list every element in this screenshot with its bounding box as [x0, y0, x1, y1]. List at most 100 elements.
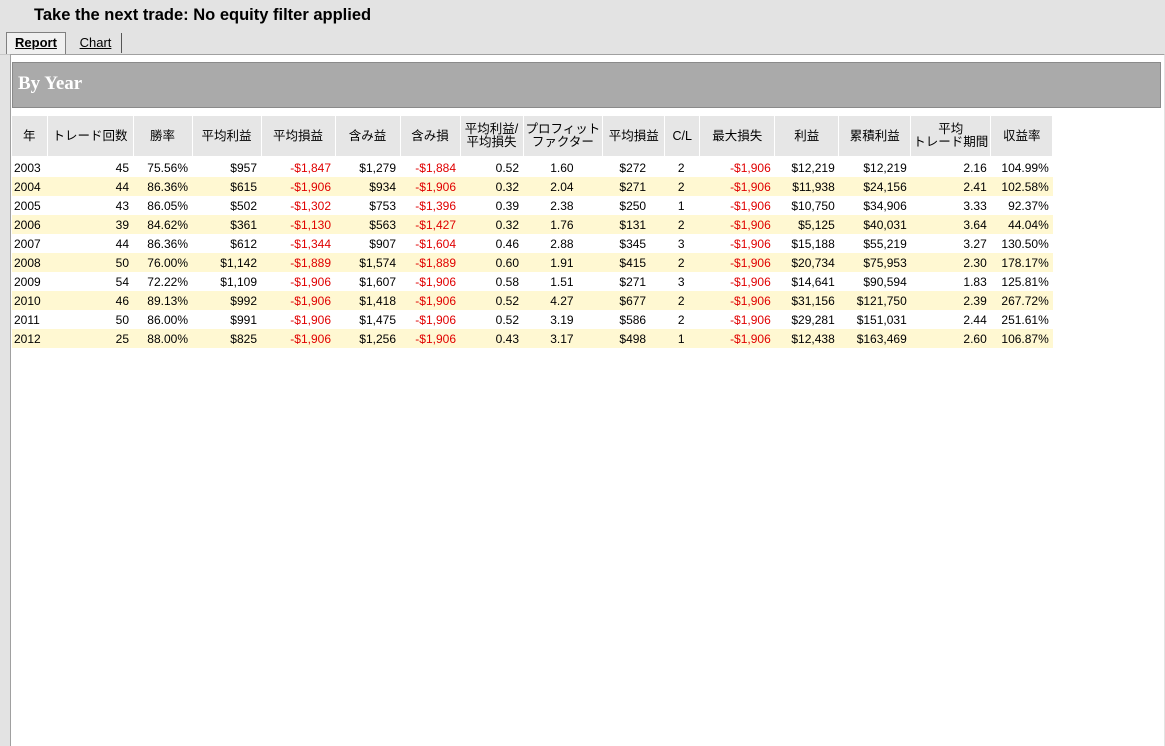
table-cell: 44 [47, 177, 133, 196]
table-cell: -$1,906 [261, 329, 335, 348]
column-header-label: 年 [22, 128, 36, 143]
table-cell: $502 [192, 196, 261, 215]
table-cell: -$1,906 [400, 177, 460, 196]
table-row: 2006 39 84.62% $361 -$1,130 $563 -$1,427 0.32 1.… [12, 215, 1053, 234]
table-cell: -$1,906 [699, 291, 775, 310]
table-cell: $121,750 [838, 291, 911, 310]
column-header[interactable]: C/L [664, 116, 701, 156]
table-cell: 1.76 [523, 215, 603, 234]
table-cell: $15,188 [774, 234, 839, 253]
column-header[interactable]: 年 [12, 116, 48, 156]
table-cell: $12,219 [838, 158, 911, 177]
table-cell: 2009 [12, 272, 47, 291]
table-cell: -$1,906 [699, 177, 775, 196]
column-header[interactable]: 累積利益 [838, 116, 912, 156]
table-row: 2005 43 86.05% $502 -$1,302 $753 -$1,396 0.39 2.… [12, 196, 1053, 215]
table-cell: 88.00% [133, 329, 192, 348]
tab-chart[interactable]: Chart [70, 33, 122, 53]
table-cell: $12,219 [774, 158, 839, 177]
table-row: 2003 45 75.56% $957 -$1,847 $1,279 -$1,884 0.52… [12, 158, 1053, 177]
table-cell: 2 [664, 310, 700, 329]
column-header[interactable]: 勝率 [133, 116, 193, 156]
table-row: 2009 54 72.22% $1,109 -$1,906 $1,607 -$1,906 0.… [12, 272, 1053, 291]
table-cell: 130.50% [990, 234, 1053, 253]
table-cell: 3.33 [910, 196, 991, 215]
table-cell: 25 [47, 329, 133, 348]
table-cell: $272 [602, 158, 665, 177]
table-cell: 1.83 [910, 272, 991, 291]
table-cell: 1.91 [523, 253, 603, 272]
column-header[interactable]: 最大損失 [699, 116, 776, 156]
column-header[interactable]: 含み損 [400, 116, 461, 156]
table-cell: 2 [664, 291, 700, 310]
column-header[interactable]: トレード回数 [47, 116, 134, 156]
table-cell: 0.52 [460, 310, 523, 329]
table-cell: 50 [47, 310, 133, 329]
table-cell: $1,256 [335, 329, 400, 348]
column-header-label: 平均利益 [201, 128, 252, 143]
table-cell: 54 [47, 272, 133, 291]
table-cell: 2.41 [910, 177, 991, 196]
table-row: 2011 50 86.00% $991 -$1,906 $1,475 -$1,906 0.52… [12, 310, 1053, 329]
table-cell: $163,469 [838, 329, 911, 348]
table-cell: 39 [47, 215, 133, 234]
column-header[interactable]: 平均損益 [261, 116, 336, 156]
column-header[interactable]: 平均 トレード期間 [910, 116, 992, 156]
table-cell: $1,574 [335, 253, 400, 272]
table-cell: $1,418 [335, 291, 400, 310]
table-cell: 2.04 [523, 177, 603, 196]
table-cell: -$1,889 [400, 253, 460, 272]
table-cell: $934 [335, 177, 400, 196]
column-header[interactable]: 収益率 [990, 116, 1054, 156]
table-cell: 2004 [12, 177, 47, 196]
table-cell: 1 [664, 196, 700, 215]
table-cell: 0.32 [460, 177, 523, 196]
column-header-label: C/L [672, 128, 692, 143]
table-cell: 3 [664, 234, 700, 253]
column-header[interactable]: 平均損益 [602, 116, 666, 156]
table-cell: 2 [664, 215, 700, 234]
column-header-label: 累積利益 [849, 128, 900, 143]
table-cell: 178.17% [990, 253, 1053, 272]
table-cell: 3.17 [523, 329, 603, 348]
table-cell: 102.58% [990, 177, 1053, 196]
table-cell: 92.37% [990, 196, 1053, 215]
column-header[interactable]: 含み益 [335, 116, 401, 156]
table-cell: 0.52 [460, 291, 523, 310]
table-cell: 50 [47, 253, 133, 272]
table-cell: $345 [602, 234, 665, 253]
column-header-label: 利益 [794, 128, 820, 143]
table-cell: 72.22% [133, 272, 192, 291]
table-cell: -$1,396 [400, 196, 460, 215]
table-cell: 2011 [12, 310, 47, 329]
table-cell: 106.87% [990, 329, 1053, 348]
table-cell: $10,750 [774, 196, 839, 215]
column-header[interactable]: 平均利益/平均損失 [460, 116, 524, 156]
table-cell: $992 [192, 291, 261, 310]
table-cell: 2 [664, 158, 700, 177]
table-cell: 104.99% [990, 158, 1053, 177]
table-cell: -$1,906 [261, 291, 335, 310]
table-cell: -$1,906 [400, 272, 460, 291]
table-cell: 43 [47, 196, 133, 215]
column-header-label: プロフィット [525, 122, 601, 136]
column-header-label: 平均利益/ [464, 122, 519, 136]
table-cell: 0.46 [460, 234, 523, 253]
column-header[interactable]: 利益 [774, 116, 840, 156]
table-cell: $250 [602, 196, 665, 215]
table-cell: 44.04% [990, 215, 1053, 234]
table-cell: 1.60 [523, 158, 603, 177]
table-cell: -$1,302 [261, 196, 335, 215]
tab-report[interactable]: Report [6, 32, 66, 54]
table-cell: -$1,884 [400, 158, 460, 177]
table-cell: 45 [47, 158, 133, 177]
column-header-label: 含み益 [348, 128, 387, 143]
column-header[interactable]: プロフィット ファクター [523, 116, 604, 156]
table-cell: $677 [602, 291, 665, 310]
table-cell: 2 [664, 177, 700, 196]
table-cell: 84.62% [133, 215, 192, 234]
column-header[interactable]: 平均利益 [192, 116, 262, 156]
table-cell: 46 [47, 291, 133, 310]
table-cell: 2003 [12, 158, 47, 177]
table-cell: 86.00% [133, 310, 192, 329]
